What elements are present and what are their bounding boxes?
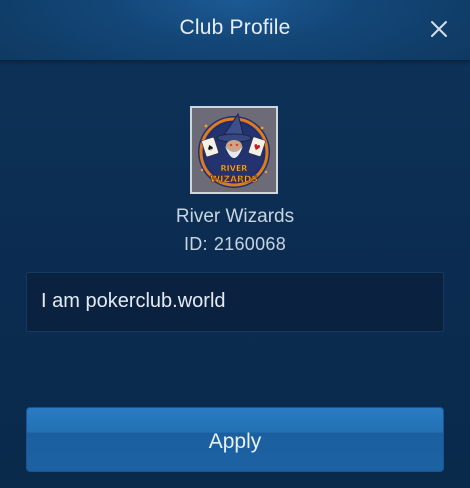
apply-button-label: Apply [208, 430, 262, 453]
logo-text-top: RIVER [221, 164, 248, 173]
logo-text-bottom: WIZARDS [210, 175, 258, 185]
club-logo: ♠ ♥ RIVER WIZARDS [190, 106, 278, 194]
close-icon[interactable] [426, 16, 452, 42]
description-field[interactable]: I am pokerclub.world [26, 272, 444, 332]
club-name: River Wizards [175, 206, 295, 227]
club-id-value: 2160068 [213, 234, 287, 254]
club-id-label: ID: [183, 234, 208, 254]
dialog-header: Club Profile [0, 0, 470, 61]
dialog-title: Club Profile [179, 16, 291, 39]
club-id: ID: 2160068 [0, 234, 470, 255]
club-profile-dialog: Club Profile ♠ ♥ RIVER WIZARDS River Wiz… [0, 0, 470, 488]
apply-button[interactable]: Apply [26, 407, 444, 472]
